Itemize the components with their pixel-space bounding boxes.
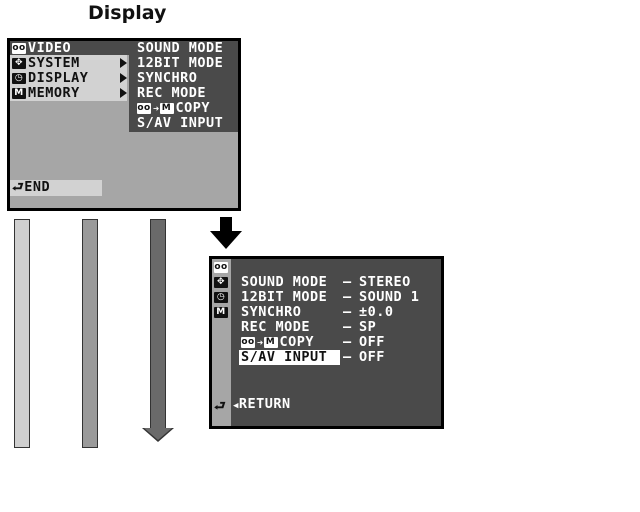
menu-screen-main: oo VIDEO ✥ SYSTEM ◷ DISPLAY M MEMORY SOUND M… xyxy=(7,38,241,211)
submenu-item-sound-mode[interactable]: SOUND MODE xyxy=(137,41,223,56)
flow-bar-medium xyxy=(82,219,98,448)
display-icon: ◷ xyxy=(214,292,228,303)
end-item[interactable]: ⮐END xyxy=(12,179,51,196)
end-label: END xyxy=(24,179,51,195)
icon-column: oo ✥ ◷ M ⮐ xyxy=(212,259,231,426)
arrow-right-icon: ➜ xyxy=(153,104,160,115)
memory-icon: M xyxy=(214,307,228,318)
tape-icon: oo xyxy=(137,102,151,114)
page-title: Display xyxy=(88,2,167,24)
setting-value[interactable]: OFF xyxy=(359,335,385,350)
setting-copy-label: oo ➜ M COPY xyxy=(241,335,314,350)
setting-dash: – xyxy=(343,289,352,305)
setting-value[interactable]: OFF xyxy=(359,350,385,365)
menu-item-label: VIDEO xyxy=(28,40,72,56)
setting-label: COPY xyxy=(279,334,315,350)
menu-item-display[interactable]: ◷ DISPLAY xyxy=(12,71,88,86)
submenu-item-rec-mode[interactable]: REC MODE xyxy=(137,86,206,101)
setting-label: SYNCHRO xyxy=(241,304,302,320)
display-icon: ◷ xyxy=(12,72,26,84)
lcd-panel: oo VIDEO ✥ SYSTEM ◷ DISPLAY M MEMORY SOUND M… xyxy=(10,41,238,208)
chevron-right-icon xyxy=(120,73,127,83)
setting-label: REC MODE xyxy=(241,319,311,335)
setting-dash: – xyxy=(343,349,352,365)
return-label: RETURN xyxy=(238,396,291,412)
tape-icon: oo xyxy=(214,262,228,273)
menu-item-label: DISPLAY xyxy=(28,70,89,86)
setting-label: SOUND MODE xyxy=(241,274,328,290)
lcd-panel: oo ✥ ◷ M ⮐ SOUND MODE – STEREO 12BIT MOD… xyxy=(212,259,441,426)
setting-value[interactable]: STEREO xyxy=(359,275,411,290)
setting-label: 12BIT MODE xyxy=(241,289,328,305)
return-icon: ⮐ xyxy=(214,399,227,414)
submenu-item-synchro[interactable]: SYNCHRO xyxy=(137,71,197,86)
setting-dash: – xyxy=(343,334,352,350)
chevron-right-icon xyxy=(120,88,127,98)
setting-value[interactable]: ±0.0 xyxy=(359,305,394,320)
memory-icon: M xyxy=(12,87,26,99)
menu-item-label: MEMORY xyxy=(28,85,80,101)
setting-value[interactable]: SOUND 1 xyxy=(359,290,419,305)
memory-icon: M xyxy=(263,336,278,348)
menu-item-label: SYSTEM xyxy=(28,55,80,71)
menu-item-memory[interactable]: M MEMORY xyxy=(12,86,80,101)
system-icon: ✥ xyxy=(12,57,26,69)
memory-icon: M xyxy=(159,102,174,114)
flow-bar-light xyxy=(14,219,30,448)
setting-label: S/AV INPUT xyxy=(241,349,328,365)
tape-icon: oo xyxy=(12,42,26,54)
arrow-right-icon: ➜ xyxy=(257,338,264,349)
submenu-item-12bit-mode[interactable]: 12BIT MODE xyxy=(137,56,223,71)
menu-item-video[interactable]: oo VIDEO xyxy=(12,41,71,56)
system-icon: ✥ xyxy=(214,277,228,288)
menu-screen-settings: oo ✥ ◷ M ⮐ SOUND MODE – STEREO 12BIT MOD… xyxy=(209,256,444,429)
submenu-item-copy[interactable]: oo ➜ M COPY xyxy=(137,101,210,116)
setting-dash: – xyxy=(343,319,352,335)
submenu-item-sav-input[interactable]: S/AV INPUT xyxy=(137,116,223,131)
submenu-item-label: COPY xyxy=(175,100,211,116)
setting-value[interactable]: SP xyxy=(359,320,376,335)
menu-item-system[interactable]: ✥ SYSTEM xyxy=(12,56,80,71)
setting-dash: – xyxy=(343,274,352,290)
return-item[interactable]: ◀RETURN xyxy=(233,397,291,412)
return-icon: ⮐ xyxy=(12,180,25,195)
setting-dash: – xyxy=(343,304,352,320)
chevron-right-icon xyxy=(120,58,127,68)
tape-icon: oo xyxy=(241,336,255,348)
